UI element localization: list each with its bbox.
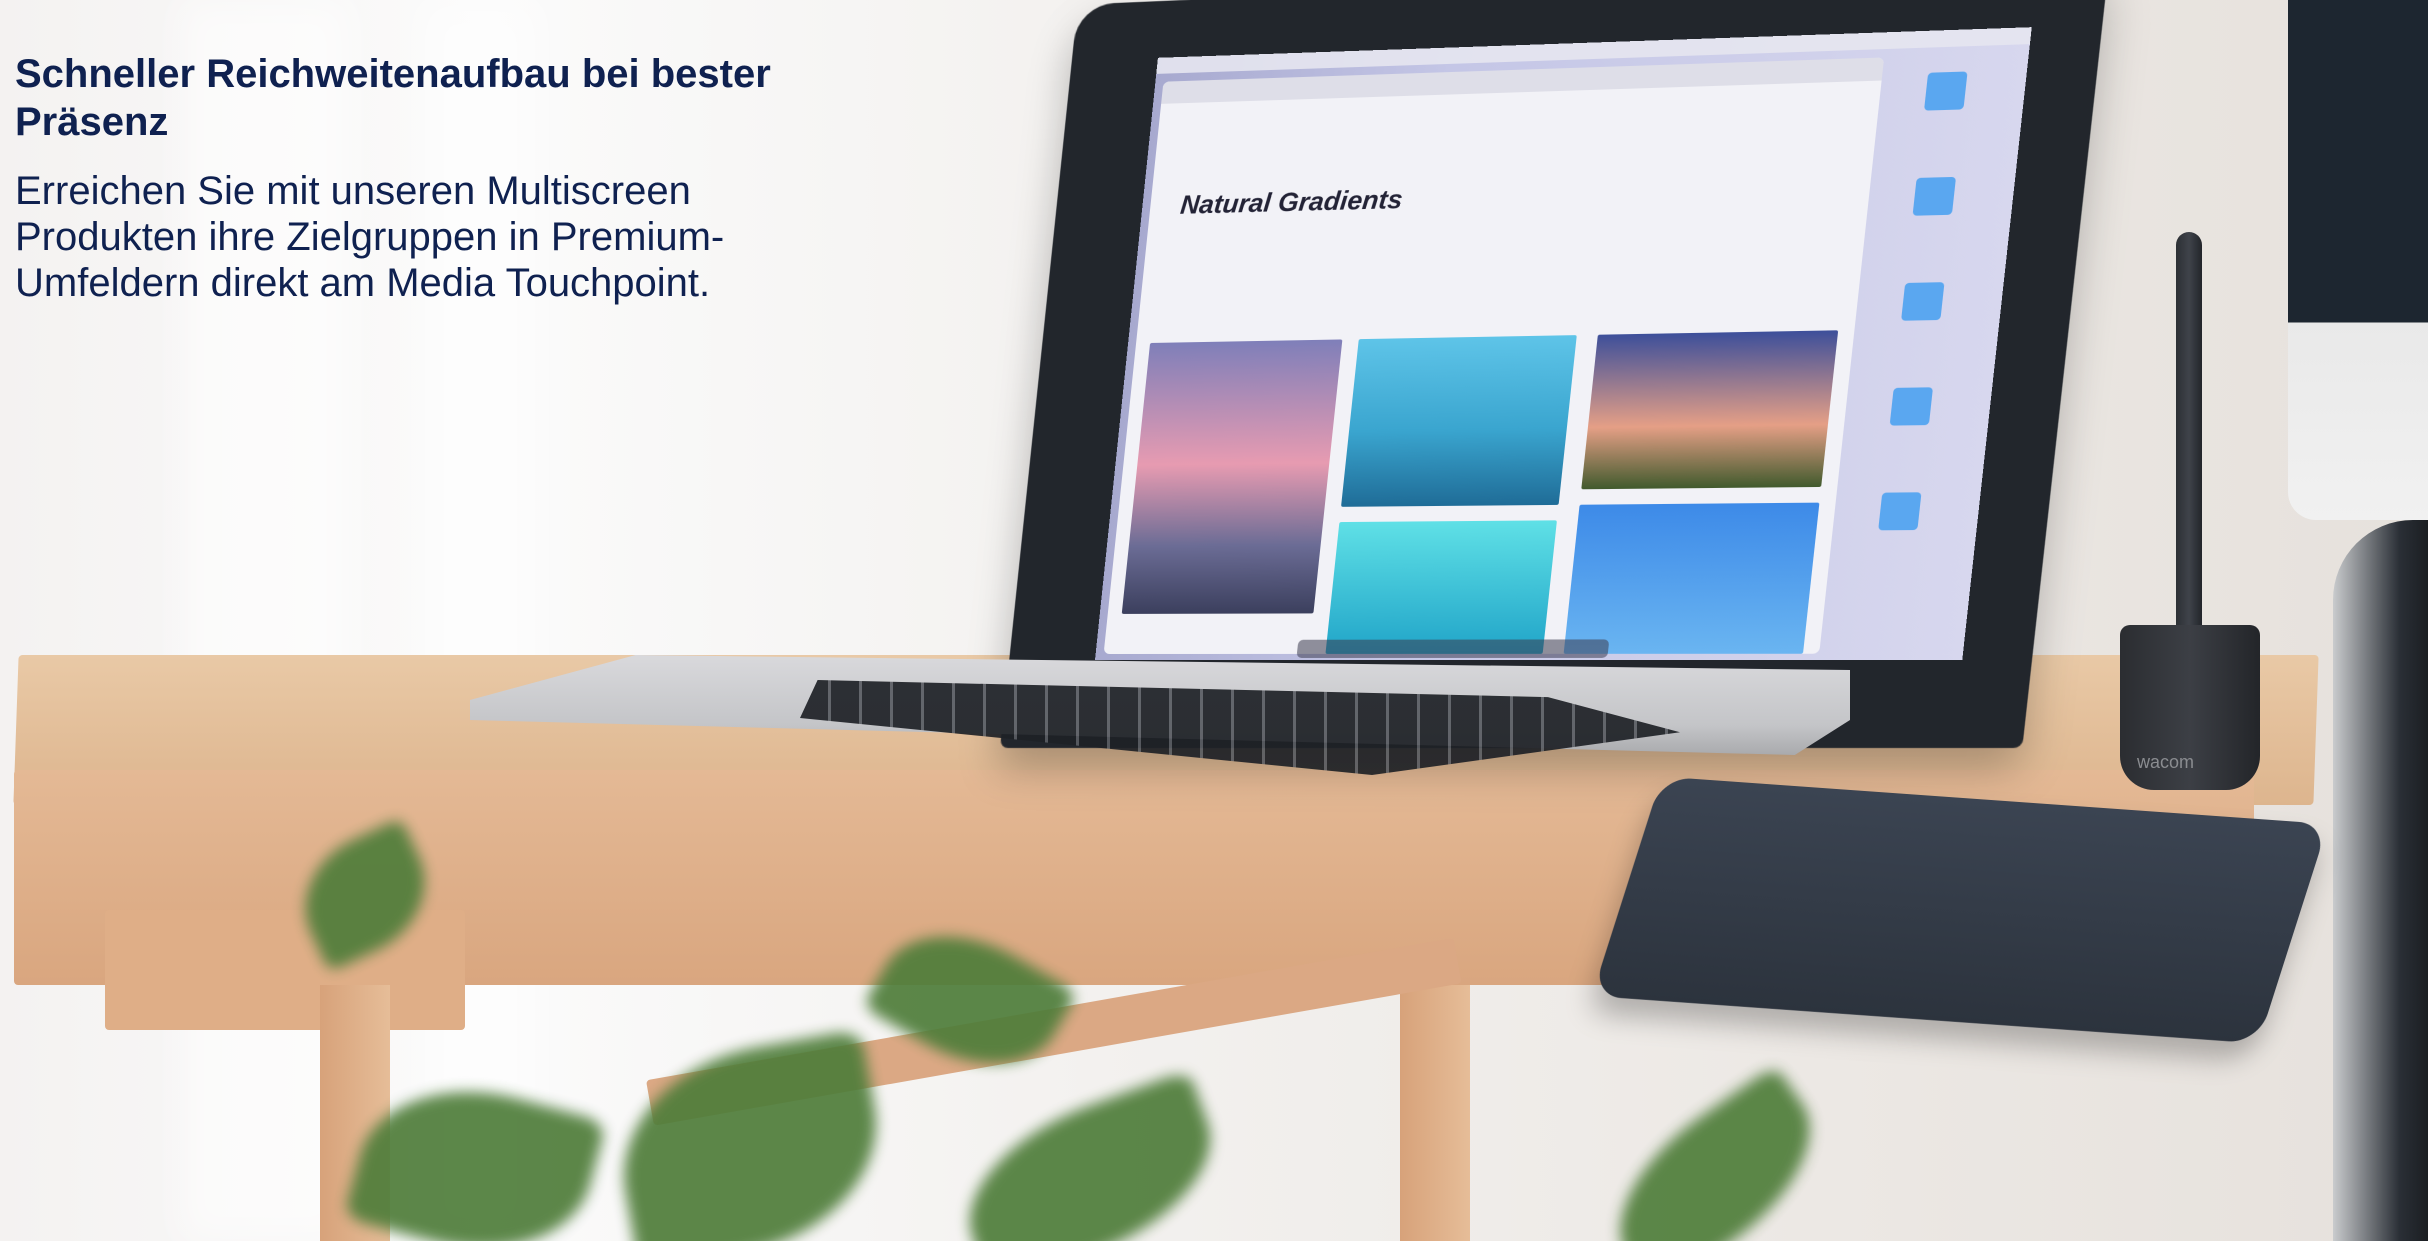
folder-icon xyxy=(1912,176,1957,216)
gallery-photo xyxy=(1325,520,1557,654)
gallery-photo xyxy=(1581,330,1839,490)
gallery-photo xyxy=(1121,339,1343,614)
hero-title: Schneller Reichweitenaufbau bei bester P… xyxy=(15,52,771,144)
gallery-photo xyxy=(1563,502,1820,654)
laptop-dock xyxy=(1296,639,1610,658)
folder-icon xyxy=(1923,71,1968,111)
hero-text-block: Schneller Reichweitenaufbau bei bester P… xyxy=(15,50,775,306)
laptop-browser-window: Natural Gradients xyxy=(1103,57,1885,654)
folder-icon xyxy=(1889,387,1934,426)
desk-rail xyxy=(105,910,465,1030)
gallery-photo xyxy=(1341,335,1577,507)
plant-leaf xyxy=(1586,1064,1844,1241)
plant-leaf xyxy=(604,1028,896,1241)
folder-icon xyxy=(1878,492,1922,531)
pen-holder-logo: wacom xyxy=(2137,752,2195,772)
drawing-tablet xyxy=(1591,776,2329,1044)
laptop-screen-heading: Natural Gradients xyxy=(1178,183,1405,220)
folder-icon xyxy=(1901,282,1945,321)
plant-leaf xyxy=(943,1069,1237,1241)
monitor-edge xyxy=(2288,0,2428,520)
laptop-screen: Natural Gradients xyxy=(1095,27,2032,660)
stylus-pen xyxy=(2176,232,2202,652)
monitor-stand xyxy=(2333,520,2428,1241)
hero-description: Erreichen Sie mit unseren Multiscreen Pr… xyxy=(15,169,725,305)
desk-leg xyxy=(1400,985,1470,1241)
